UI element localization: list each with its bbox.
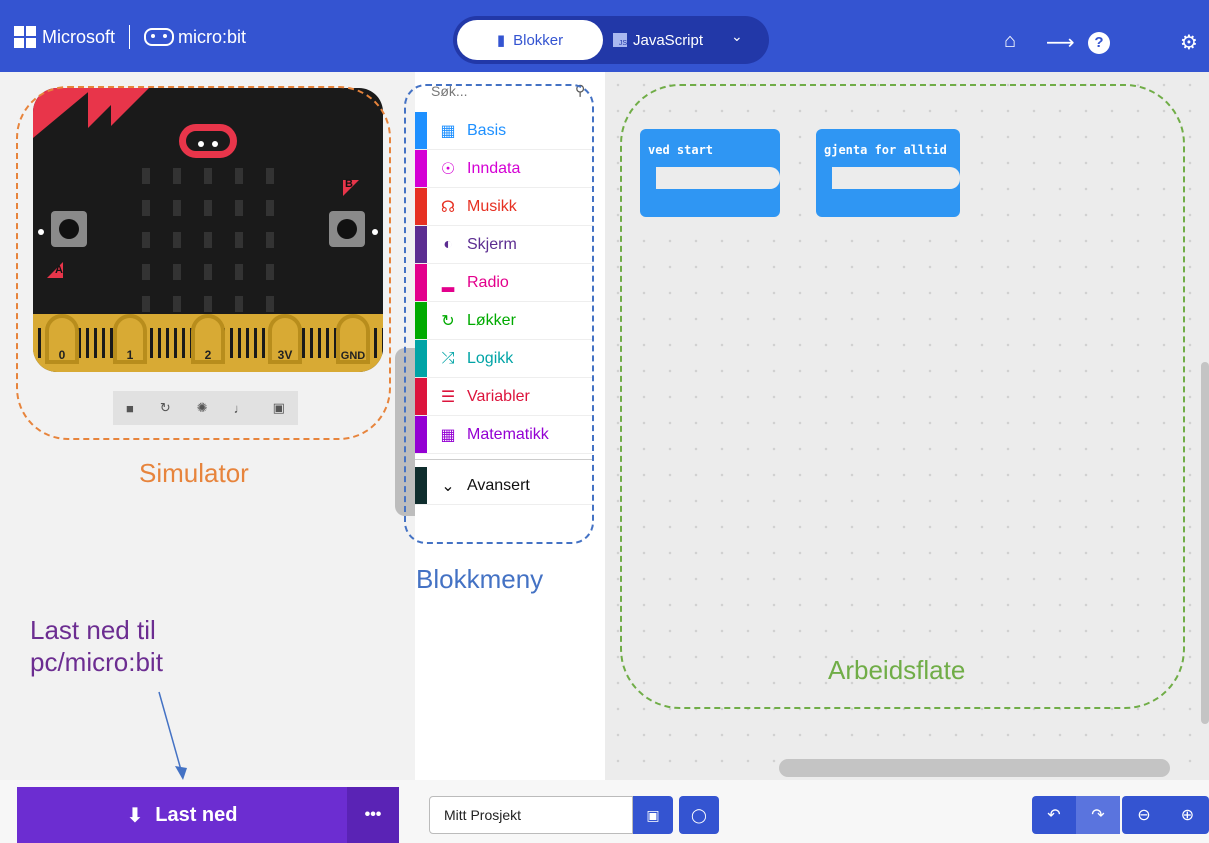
- undo-button[interactable]: ↶: [1032, 796, 1076, 834]
- toolbox-annotation: Blokkmeny: [416, 564, 544, 594]
- download-annotation-line: Last ned til: [30, 615, 156, 645]
- zoom-out-button[interactable]: ⊖: [1122, 796, 1166, 834]
- microbit-logo-icon: [144, 28, 175, 46]
- zoom-in-button[interactable]: ⊕: [1166, 796, 1209, 834]
- annotation-arrow: [158, 691, 187, 780]
- microbit-label: micro:bit: [178, 26, 247, 47]
- zoom-out-icon: ⊖: [1137, 807, 1151, 824]
- horizontal-scrollbar[interactable]: [779, 759, 1170, 777]
- toolbox-highlight: [404, 84, 594, 544]
- simulator-annotation: Simulator: [139, 458, 249, 488]
- redo-button[interactable]: ↷: [1076, 796, 1120, 834]
- workspace-annotation: Arbeidsflate: [828, 655, 966, 685]
- javascript-mode-label: JavaScript: [633, 31, 704, 49]
- download-annotation: Last ned til pc/micro:bit: [30, 614, 163, 678]
- settings-icon[interactable]: ⚙: [1180, 30, 1198, 55]
- microsoft-label: Microsoft: [42, 26, 116, 47]
- help-icon[interactable]: ?: [1088, 32, 1110, 54]
- home-icon[interactable]: ⌂: [1004, 30, 1016, 53]
- simulator-highlight: [16, 86, 391, 440]
- save-icon: ▣: [646, 806, 660, 823]
- blocks-mode-label: Blokker: [513, 31, 564, 49]
- editor-mode-switch: ▮ Blokker JS JavaScript ⌄: [453, 16, 769, 64]
- download-label: Last ned: [155, 803, 238, 826]
- download-annotation-line: pc/micro:bit: [30, 647, 163, 677]
- brand[interactable]: Microsoft micro:bit: [14, 22, 246, 52]
- share-icon[interactable]: ⟶: [1046, 30, 1075, 55]
- vertical-scrollbar[interactable]: [1201, 362, 1209, 724]
- chevron-down-icon[interactable]: ⌄: [731, 28, 743, 45]
- blocks-mode-button[interactable]: ▮ Blokker: [457, 20, 603, 60]
- javascript-mode-button[interactable]: JS JavaScript: [613, 20, 723, 60]
- top-header: Microsoft micro:bit ▮ Blokker JS JavaScr…: [0, 0, 1209, 72]
- puzzle-icon: ▮: [496, 32, 506, 49]
- redo-icon: ↷: [1091, 807, 1105, 824]
- js-icon: JS: [613, 33, 627, 47]
- zoom-in-icon: ⊕: [1180, 807, 1195, 824]
- download-more-button[interactable]: •••: [347, 787, 399, 843]
- download-file-icon: ⬇: [126, 804, 144, 827]
- undo-icon: ↶: [1047, 807, 1061, 824]
- github-icon: ◯: [691, 806, 707, 823]
- project-name-input[interactable]: [429, 796, 633, 834]
- download-button[interactable]: ⬇ Last ned: [17, 787, 347, 843]
- workspace-highlight: [620, 84, 1185, 709]
- github-button[interactable]: ◯: [679, 796, 719, 834]
- brand-divider: [129, 25, 131, 49]
- save-button[interactable]: ▣: [633, 796, 673, 834]
- microsoft-logo-icon: [14, 26, 36, 48]
